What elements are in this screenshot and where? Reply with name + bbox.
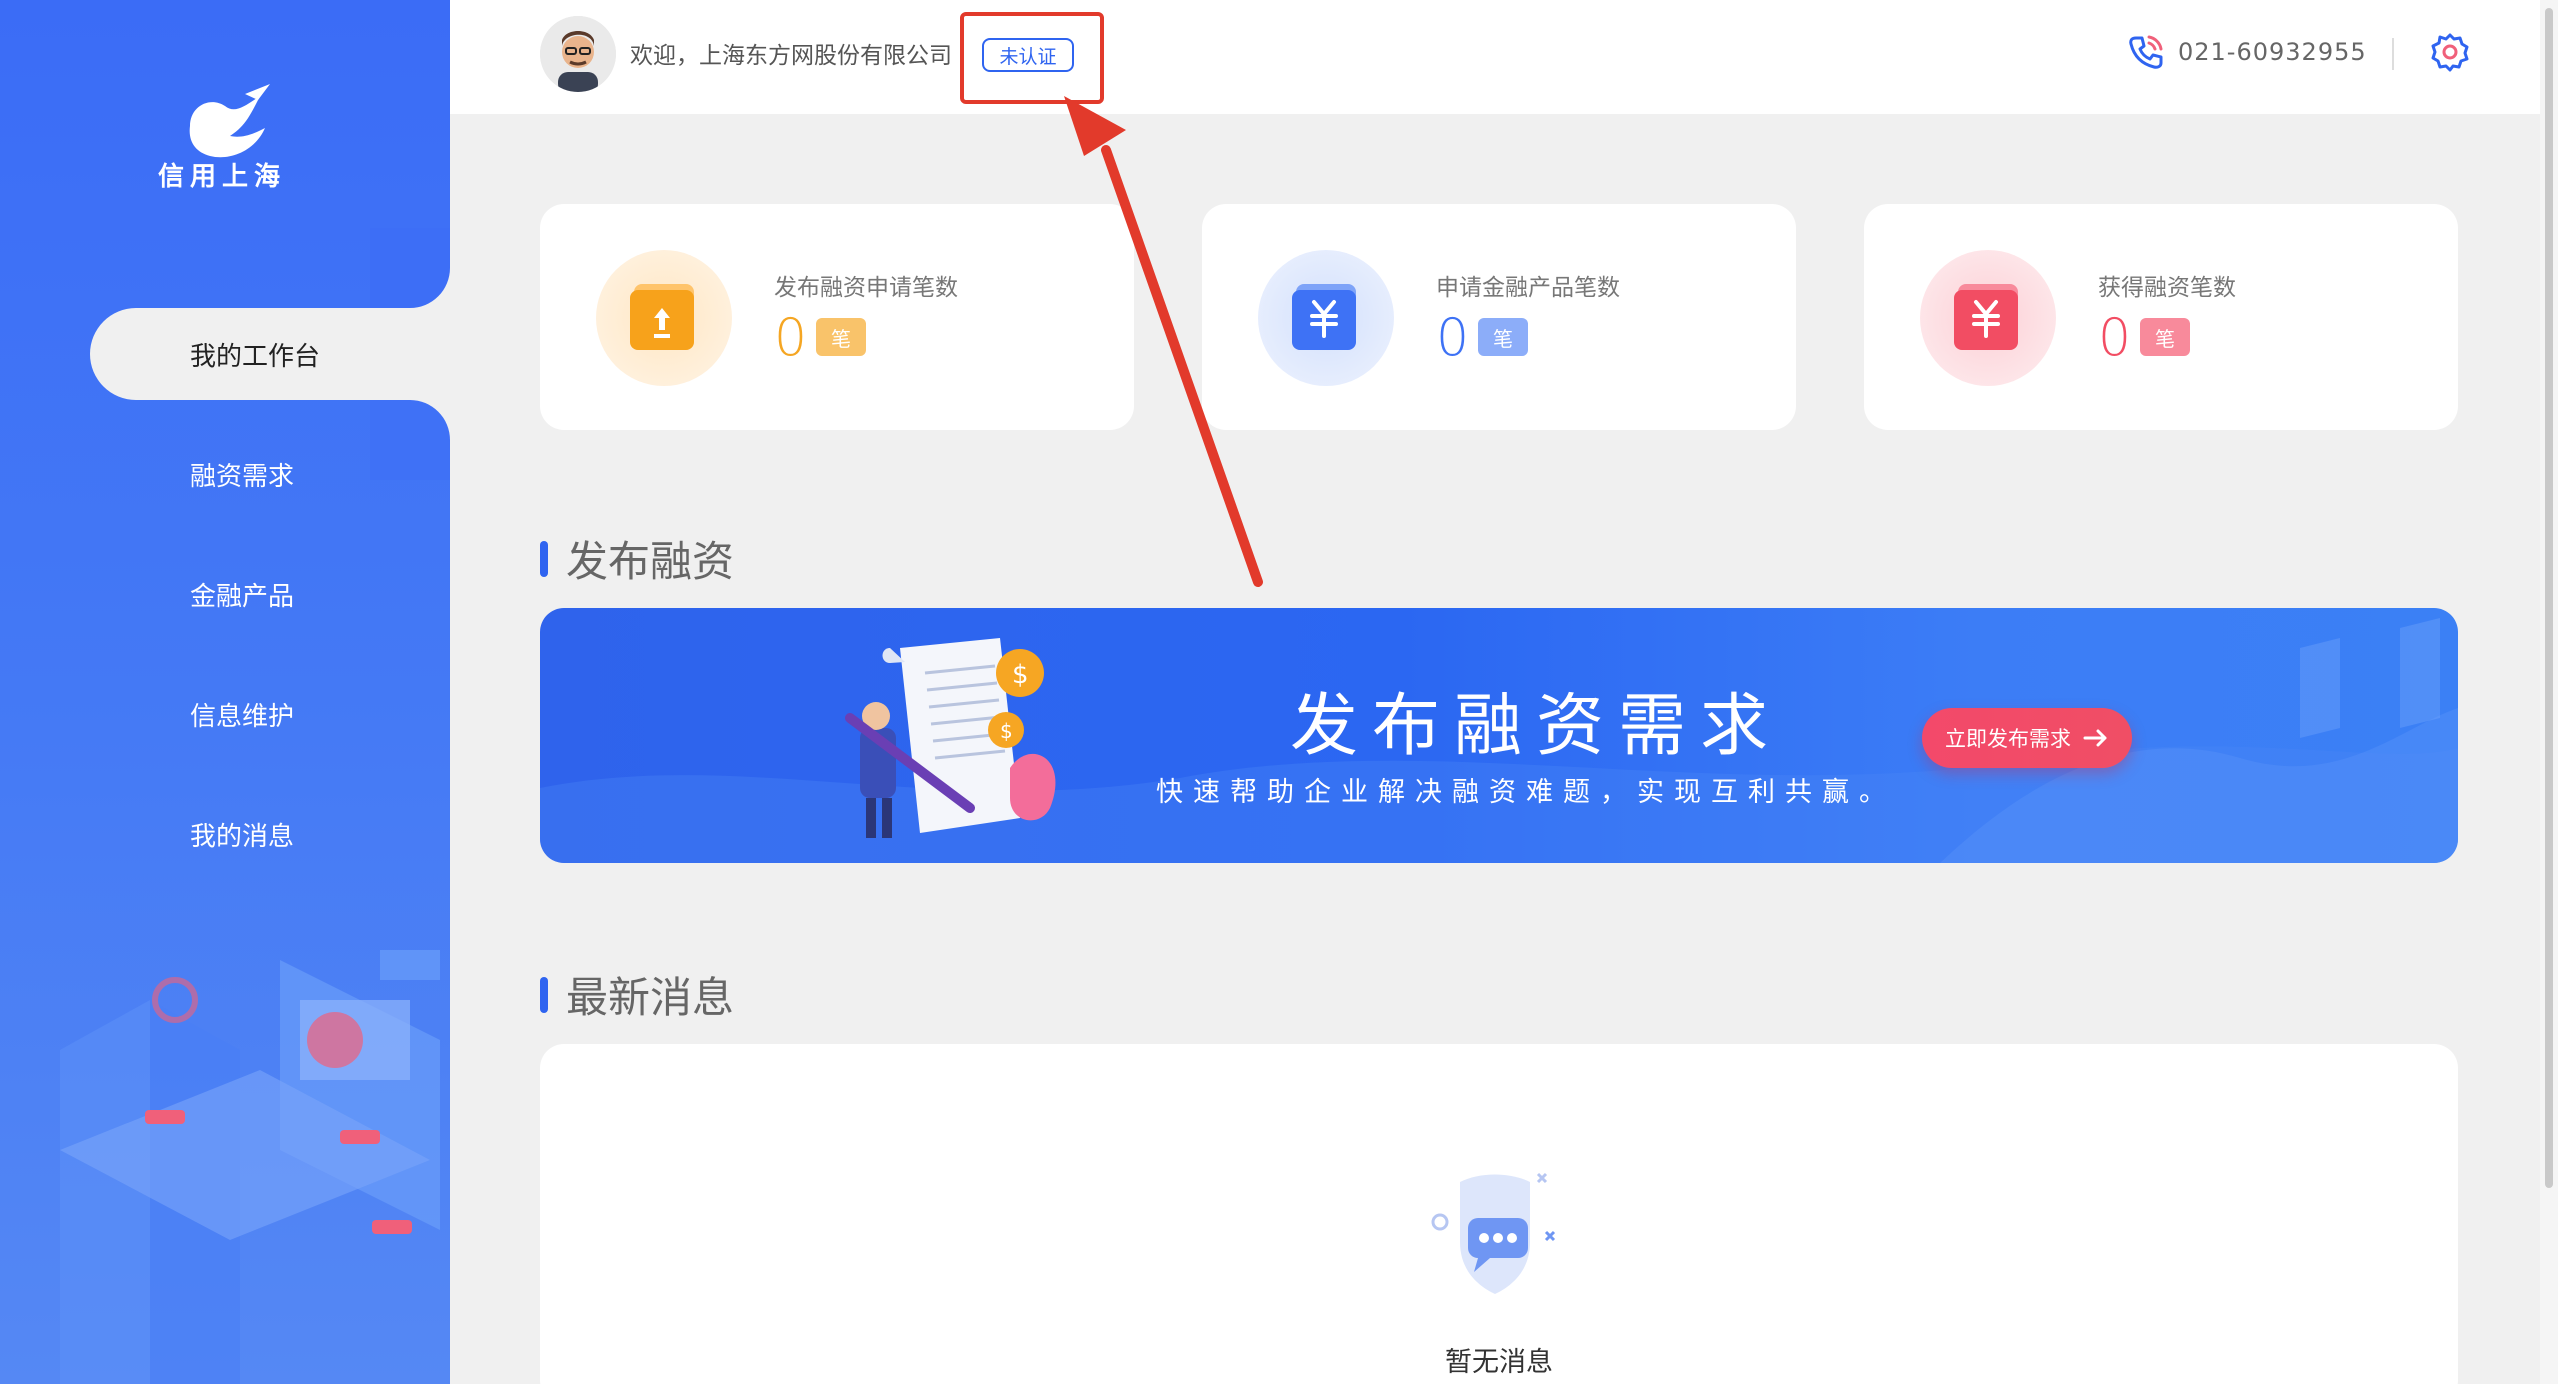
publish-demand-button[interactable]: 立即发布需求 [1922,708,2132,768]
empty-messages-icon [1431,1172,1556,1294]
sidebar-item-info[interactable]: 信息维护 [90,668,450,760]
section-title-publish: 发布融资 [540,528,734,589]
section-bar [540,976,548,1013]
arrow-right-icon [2083,729,2107,747]
stat-card-obtained[interactable]: 获得融资笔数 0 笔 [1864,204,2458,430]
top-header: 欢迎，上海东方网股份有限公司 未认证 021-60932955 [450,0,2540,114]
page-scrollbar[interactable] [2540,0,2558,1384]
empty-messages-text: 暂无消息 [1445,1347,1553,1378]
stat-card-published[interactable]: 发布融资申请笔数 0 笔 [540,204,1134,430]
isometric-illustration [60,950,440,1384]
annotation-highlight-box [960,12,1104,104]
stat-value: 0 [1436,308,1470,368]
avatar[interactable] [540,16,616,92]
sidebar: 信用上海 我的工作台 融资需求 金融产品 信息维护 我的消息 [0,0,450,1384]
svg-text:$: $ [1012,660,1029,690]
stat-value: 0 [774,308,808,368]
logo-text: 信用上海 [158,162,287,192]
banner-title: 发布融资需求 [1290,687,1783,766]
header-divider [2392,38,2394,70]
scrollbar-thumb[interactable] [2545,8,2553,1188]
yuan-wallet-icon [1920,250,2056,386]
sidebar-item-financing[interactable]: 融资需求 [90,428,450,520]
section-title-text: 发布融资 [566,537,735,586]
sidebar-item-messages[interactable]: 我的消息 [90,788,450,880]
stat-unit-badge: 笔 [2140,318,2190,356]
nav-curve [370,228,450,308]
yuan-wallet-icon [1258,250,1394,386]
messages-panel: 暂无消息 [540,1044,2458,1384]
stat-unit-badge: 笔 [816,318,866,356]
document-pen-illustration: $ $ [845,638,1056,838]
phone-icon [2129,35,2163,69]
publish-demand-button-label: 立即发布需求 [1945,727,2071,751]
section-bar [540,540,548,577]
banner-subtitle: 快速帮助企业解决融资难题，实现互利共赢。 [1156,777,1896,808]
stat-value: 0 [2098,308,2132,368]
sidebar-item-workbench[interactable]: 我的工作台 [90,308,450,400]
folder-upload-icon [596,250,732,386]
publish-banner[interactable]: $ $ 发布融资需求 快速帮助企业解决融资难题，实现互利共赢。 立即发布需求 [540,608,2458,863]
sidebar-item-products[interactable]: 金融产品 [90,548,450,640]
svg-text:$: $ [1000,719,1013,743]
gear-icon[interactable] [2430,32,2470,72]
section-title-messages: 最新消息 [540,964,734,1025]
stat-label: 申请金融产品笔数 [1436,275,1620,301]
stat-unit-badge: 笔 [1478,318,1528,356]
section-title-text: 最新消息 [566,973,735,1022]
stat-label: 发布融资申请笔数 [774,275,958,301]
welcome-text: 欢迎，上海东方网股份有限公司 [630,43,952,69]
phone-number: 021-60932955 [2178,38,2367,66]
stat-card-products[interactable]: 申请金融产品笔数 0 笔 [1202,204,1796,430]
stat-label: 获得融资笔数 [2098,275,2236,301]
